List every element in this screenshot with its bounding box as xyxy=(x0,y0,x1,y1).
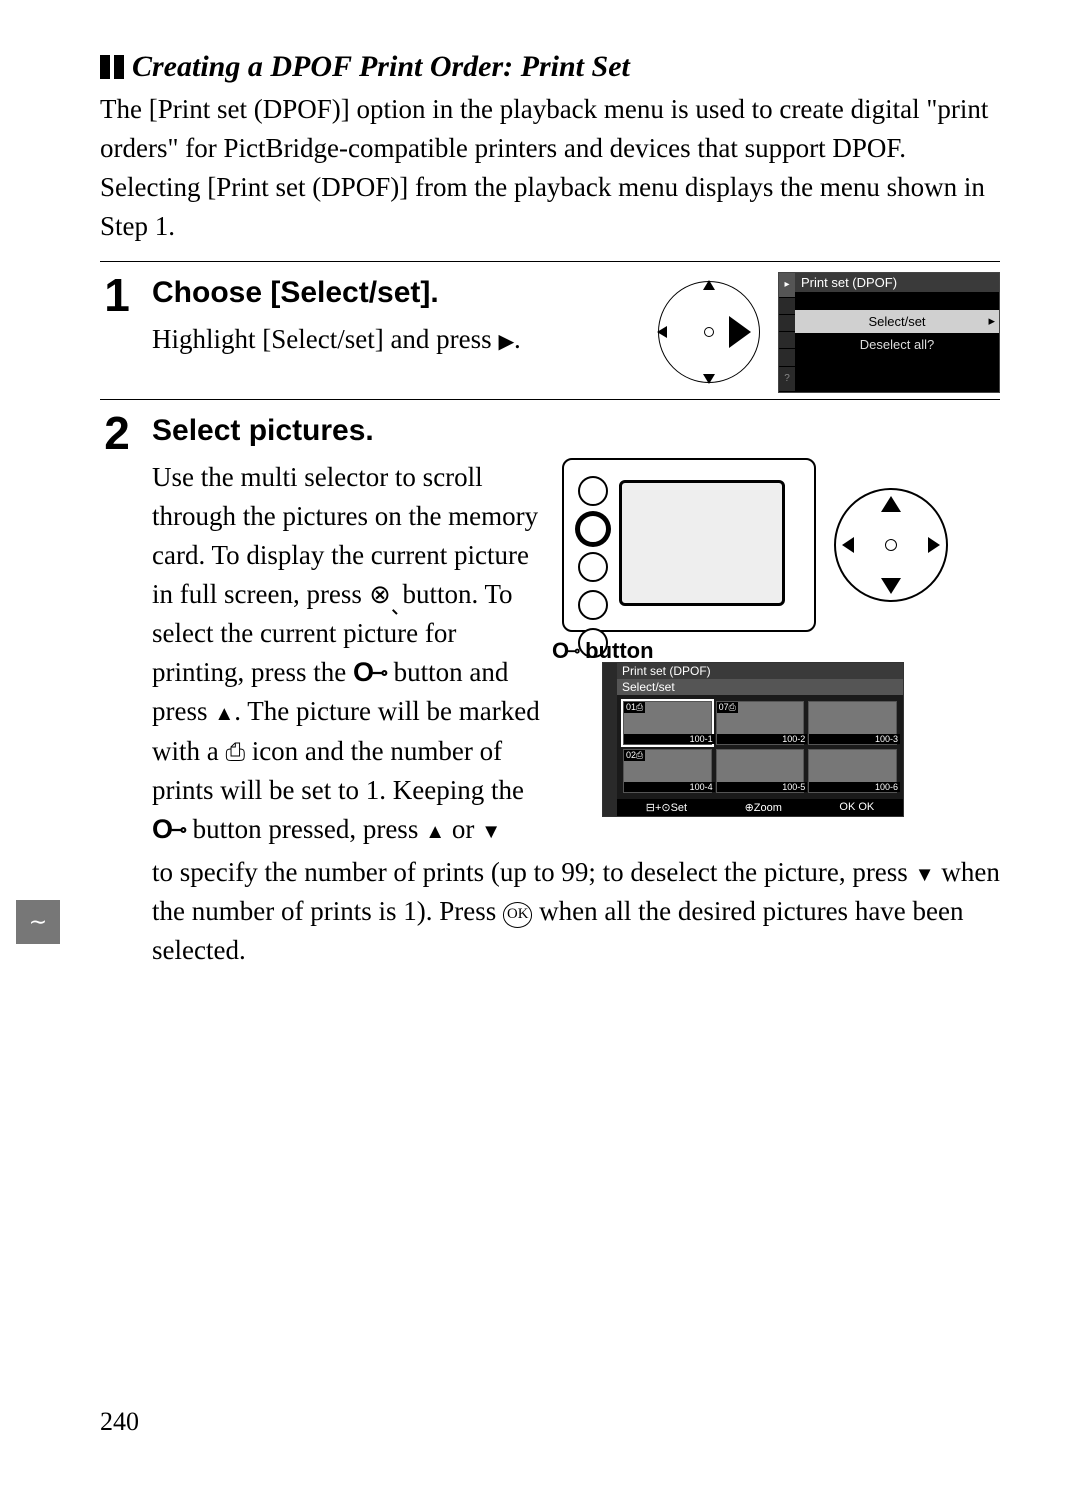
intro-paragraph: The [Print set (DPOF)] option in the pla… xyxy=(100,90,1000,247)
menu-item-select-set: Select/set xyxy=(795,310,999,333)
camera-button-icon xyxy=(578,476,608,506)
step-number: 1 xyxy=(100,272,134,318)
on-button-icon xyxy=(353,653,387,692)
step-1-text: Highlight [Select/set] and press . xyxy=(152,320,638,359)
down-arrow-icon xyxy=(481,814,501,844)
thumbnail-selection-screenshot: Print set (DPOF) Select/set 01⎙ 100-1 07… xyxy=(602,662,904,817)
divider xyxy=(100,261,1000,262)
up-arrow-icon xyxy=(425,814,445,844)
multi-selector-icon xyxy=(658,281,760,383)
lcd-title: Print set (DPOF) xyxy=(617,663,903,679)
thumbnail: 01⎙ 100-1 xyxy=(623,701,712,745)
print-icon xyxy=(226,736,245,766)
section-heading-text: Creating a DPOF Print Order: Print Set xyxy=(132,50,630,84)
camera-on-button-icon xyxy=(578,514,608,544)
zoom-in-icon xyxy=(369,575,396,614)
up-arrow-icon xyxy=(214,696,234,726)
ok-button-icon: OK xyxy=(503,902,532,928)
step-2-text-continuation: to specify the number of prints (up to 9… xyxy=(152,853,1000,970)
multi-selector-large-icon xyxy=(834,488,948,602)
right-arrow-icon xyxy=(498,320,514,359)
divider xyxy=(100,399,1000,400)
on-button-icon xyxy=(552,638,579,664)
camera-caption: button xyxy=(552,638,654,664)
section-tab-icon: ∼ xyxy=(16,900,60,944)
thumbnail: 02⎙ 100-4 xyxy=(623,749,712,793)
thumbnail: 07⎙ 100-2 xyxy=(716,701,805,745)
lcd-footer: ⊟+⊙Set ⊕Zoom OK OK xyxy=(617,799,903,816)
menu-sidebar-icon: ▸? xyxy=(779,273,795,392)
step-1-title: Choose [Select/set]. xyxy=(152,276,638,310)
menu-title: Print set (DPOF) xyxy=(795,273,999,292)
thumbnail: 100-3 xyxy=(808,701,897,745)
step-number: 2 xyxy=(100,410,134,456)
step-1: 1 Choose [Select/set]. Highlight [Select… xyxy=(100,272,1000,393)
camera-button-icon xyxy=(578,590,608,620)
section-heading: Creating a DPOF Print Order: Print Set xyxy=(100,50,1000,84)
step-2-title: Select pictures. xyxy=(152,414,1000,448)
camera-back-illustration: button xyxy=(562,458,816,632)
thumbnail: 100-6 xyxy=(808,749,897,793)
lcd-subtitle: Select/set xyxy=(617,679,903,695)
menu-item-deselect: Deselect all? xyxy=(795,333,999,356)
page-number: 240 xyxy=(100,1407,139,1437)
step-2-text-col: Use the multi selector to scroll through… xyxy=(152,458,542,849)
step-2: 2 Select pictures. Use the multi selecto… xyxy=(100,410,1000,971)
manual-page: ∼ Creating a DPOF Print Order: Print Set… xyxy=(0,0,1080,1487)
dpof-menu-screenshot: ▸? Print set (DPOF) Select/set Deselect … xyxy=(778,272,1000,393)
thumbnail: 100-5 xyxy=(716,749,805,793)
down-arrow-icon xyxy=(915,857,935,887)
heading-marker-icon xyxy=(100,55,124,79)
on-button-icon xyxy=(152,810,186,849)
camera-button-icon xyxy=(578,552,608,582)
